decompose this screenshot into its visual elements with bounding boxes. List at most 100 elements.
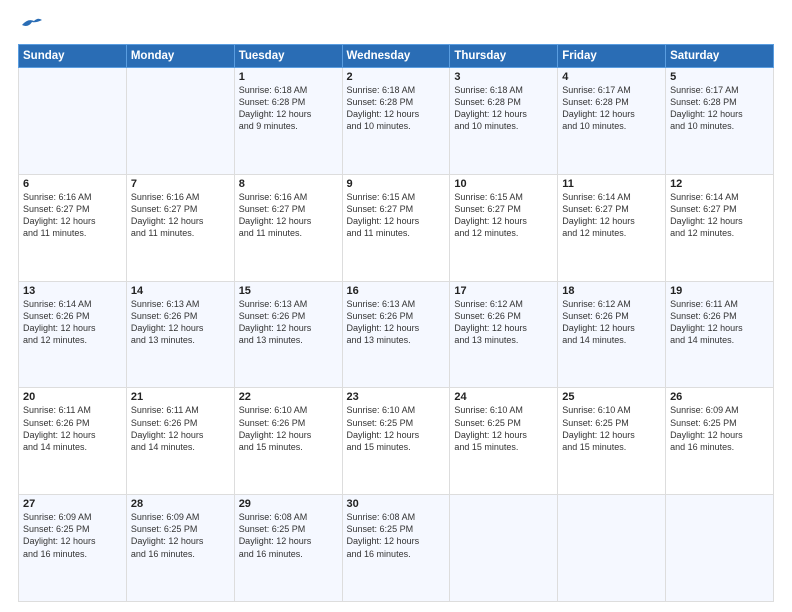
- day-number: 29: [239, 498, 338, 510]
- day-info: Sunrise: 6:10 AM Sunset: 6:25 PM Dayligh…: [347, 404, 446, 453]
- day-number: 19: [670, 285, 769, 297]
- day-number: 15: [239, 285, 338, 297]
- day-info: Sunrise: 6:11 AM Sunset: 6:26 PM Dayligh…: [131, 404, 230, 453]
- day-info: Sunrise: 6:10 AM Sunset: 6:26 PM Dayligh…: [239, 404, 338, 453]
- calendar-day-cell: 24Sunrise: 6:10 AM Sunset: 6:25 PM Dayli…: [450, 388, 558, 495]
- calendar-day-cell: 2Sunrise: 6:18 AM Sunset: 6:28 PM Daylig…: [342, 68, 450, 175]
- calendar-week-row: 13Sunrise: 6:14 AM Sunset: 6:26 PM Dayli…: [19, 281, 774, 388]
- calendar-day-cell: 30Sunrise: 6:08 AM Sunset: 6:25 PM Dayli…: [342, 495, 450, 602]
- day-info: Sunrise: 6:09 AM Sunset: 6:25 PM Dayligh…: [23, 511, 122, 560]
- day-number: 26: [670, 391, 769, 403]
- day-number: 12: [670, 178, 769, 190]
- day-info: Sunrise: 6:17 AM Sunset: 6:28 PM Dayligh…: [670, 84, 769, 133]
- calendar-day-cell: 14Sunrise: 6:13 AM Sunset: 6:26 PM Dayli…: [126, 281, 234, 388]
- logo: [18, 16, 42, 34]
- day-number: 7: [131, 178, 230, 190]
- calendar-day-cell: 20Sunrise: 6:11 AM Sunset: 6:26 PM Dayli…: [19, 388, 127, 495]
- day-number: 20: [23, 391, 122, 403]
- calendar-week-row: 20Sunrise: 6:11 AM Sunset: 6:26 PM Dayli…: [19, 388, 774, 495]
- day-number: 10: [454, 178, 553, 190]
- calendar-table: SundayMondayTuesdayWednesdayThursdayFrid…: [18, 44, 774, 602]
- calendar-day-cell: 21Sunrise: 6:11 AM Sunset: 6:26 PM Dayli…: [126, 388, 234, 495]
- page: SundayMondayTuesdayWednesdayThursdayFrid…: [0, 0, 792, 612]
- day-info: Sunrise: 6:11 AM Sunset: 6:26 PM Dayligh…: [670, 298, 769, 347]
- calendar-day-cell: 16Sunrise: 6:13 AM Sunset: 6:26 PM Dayli…: [342, 281, 450, 388]
- day-number: 27: [23, 498, 122, 510]
- calendar-day-cell: 28Sunrise: 6:09 AM Sunset: 6:25 PM Dayli…: [126, 495, 234, 602]
- day-number: 6: [23, 178, 122, 190]
- day-number: 21: [131, 391, 230, 403]
- calendar-day-cell: 22Sunrise: 6:10 AM Sunset: 6:26 PM Dayli…: [234, 388, 342, 495]
- day-number: 8: [239, 178, 338, 190]
- day-info: Sunrise: 6:13 AM Sunset: 6:26 PM Dayligh…: [239, 298, 338, 347]
- calendar-day-cell: 10Sunrise: 6:15 AM Sunset: 6:27 PM Dayli…: [450, 174, 558, 281]
- logo-bird-icon: [20, 16, 42, 34]
- day-number: 3: [454, 71, 553, 83]
- day-info: Sunrise: 6:13 AM Sunset: 6:26 PM Dayligh…: [131, 298, 230, 347]
- day-info: Sunrise: 6:16 AM Sunset: 6:27 PM Dayligh…: [23, 191, 122, 240]
- calendar-day-cell: 12Sunrise: 6:14 AM Sunset: 6:27 PM Dayli…: [666, 174, 774, 281]
- day-number: 18: [562, 285, 661, 297]
- day-number: 11: [562, 178, 661, 190]
- day-info: Sunrise: 6:15 AM Sunset: 6:27 PM Dayligh…: [454, 191, 553, 240]
- calendar-day-cell: 5Sunrise: 6:17 AM Sunset: 6:28 PM Daylig…: [666, 68, 774, 175]
- calendar-day-cell: [666, 495, 774, 602]
- day-info: Sunrise: 6:09 AM Sunset: 6:25 PM Dayligh…: [131, 511, 230, 560]
- calendar-week-row: 1 Sunrise: 6:18 AM Sunset: 6:28 PM Daylig…: [19, 68, 774, 175]
- calendar-day-cell: 15Sunrise: 6:13 AM Sunset: 6:26 PM Dayli…: [234, 281, 342, 388]
- calendar-day-cell: [19, 68, 127, 175]
- day-number: 28: [131, 498, 230, 510]
- calendar-week-row: 6Sunrise: 6:16 AM Sunset: 6:27 PM Daylig…: [19, 174, 774, 281]
- day-info: Sunrise: 6:14 AM Sunset: 6:27 PM Dayligh…: [562, 191, 661, 240]
- day-info: Sunrise: 6:18 AM Sunset: 6:28 PM Dayligh…: [347, 84, 446, 133]
- day-info: Sunrise: 6:09 AM Sunset: 6:25 PM Dayligh…: [670, 404, 769, 453]
- calendar-day-cell: 18Sunrise: 6:12 AM Sunset: 6:26 PM Dayli…: [558, 281, 666, 388]
- day-number: 2: [347, 71, 446, 83]
- day-number: 14: [131, 285, 230, 297]
- calendar-day-cell: 23Sunrise: 6:10 AM Sunset: 6:25 PM Dayli…: [342, 388, 450, 495]
- calendar-day-cell: 9Sunrise: 6:15 AM Sunset: 6:27 PM Daylig…: [342, 174, 450, 281]
- day-info: Sunrise: 6:17 AM Sunset: 6:28 PM Dayligh…: [562, 84, 661, 133]
- calendar-day-cell: 26Sunrise: 6:09 AM Sunset: 6:25 PM Dayli…: [666, 388, 774, 495]
- calendar-day-cell: 11Sunrise: 6:14 AM Sunset: 6:27 PM Dayli…: [558, 174, 666, 281]
- day-info: Sunrise: 6:12 AM Sunset: 6:26 PM Dayligh…: [454, 298, 553, 347]
- day-number: 13: [23, 285, 122, 297]
- weekday-header: Monday: [126, 45, 234, 68]
- day-info: Sunrise: 6:08 AM Sunset: 6:25 PM Dayligh…: [239, 511, 338, 560]
- calendar-week-row: 27Sunrise: 6:09 AM Sunset: 6:25 PM Dayli…: [19, 495, 774, 602]
- day-info: Sunrise: 6:18 AM Sunset: 6:28 PM Dayligh…: [454, 84, 553, 133]
- day-number: 30: [347, 498, 446, 510]
- calendar-day-cell: 4Sunrise: 6:17 AM Sunset: 6:28 PM Daylig…: [558, 68, 666, 175]
- day-info: Sunrise: 6:16 AM Sunset: 6:27 PM Dayligh…: [239, 191, 338, 240]
- calendar-day-cell: 29Sunrise: 6:08 AM Sunset: 6:25 PM Dayli…: [234, 495, 342, 602]
- day-info: Sunrise: 6:15 AM Sunset: 6:27 PM Dayligh…: [347, 191, 446, 240]
- day-number: 17: [454, 285, 553, 297]
- day-info: Sunrise: 6:12 AM Sunset: 6:26 PM Dayligh…: [562, 298, 661, 347]
- weekday-header: Saturday: [666, 45, 774, 68]
- calendar-day-cell: 25Sunrise: 6:10 AM Sunset: 6:25 PM Dayli…: [558, 388, 666, 495]
- day-number: 4: [562, 71, 661, 83]
- calendar-day-cell: 3Sunrise: 6:18 AM Sunset: 6:28 PM Daylig…: [450, 68, 558, 175]
- day-info: Sunrise: 6:11 AM Sunset: 6:26 PM Dayligh…: [23, 404, 122, 453]
- day-info: Sunrise: 6:10 AM Sunset: 6:25 PM Dayligh…: [454, 404, 553, 453]
- day-number: 25: [562, 391, 661, 403]
- day-info: Sunrise: 6:14 AM Sunset: 6:26 PM Dayligh…: [23, 298, 122, 347]
- day-info: Sunrise: 6:08 AM Sunset: 6:25 PM Dayligh…: [347, 511, 446, 560]
- calendar-day-cell: 17Sunrise: 6:12 AM Sunset: 6:26 PM Dayli…: [450, 281, 558, 388]
- calendar-day-cell: [126, 68, 234, 175]
- day-number: 22: [239, 391, 338, 403]
- day-number: 23: [347, 391, 446, 403]
- day-number: 16: [347, 285, 446, 297]
- calendar-day-cell: 27Sunrise: 6:09 AM Sunset: 6:25 PM Dayli…: [19, 495, 127, 602]
- weekday-header: Friday: [558, 45, 666, 68]
- calendar-day-cell: 7Sunrise: 6:16 AM Sunset: 6:27 PM Daylig…: [126, 174, 234, 281]
- calendar-day-cell: [558, 495, 666, 602]
- day-number: 1: [239, 71, 338, 83]
- weekday-header: Tuesday: [234, 45, 342, 68]
- calendar-day-cell: 19Sunrise: 6:11 AM Sunset: 6:26 PM Dayli…: [666, 281, 774, 388]
- day-number: 5: [670, 71, 769, 83]
- day-info: Sunrise: 6:14 AM Sunset: 6:27 PM Dayligh…: [670, 191, 769, 240]
- day-number: 9: [347, 178, 446, 190]
- day-info: Sunrise: 6:13 AM Sunset: 6:26 PM Dayligh…: [347, 298, 446, 347]
- calendar-day-cell: 1Sunrise: 6:18 AM Sunset: 6:28 PM Daylig…: [234, 68, 342, 175]
